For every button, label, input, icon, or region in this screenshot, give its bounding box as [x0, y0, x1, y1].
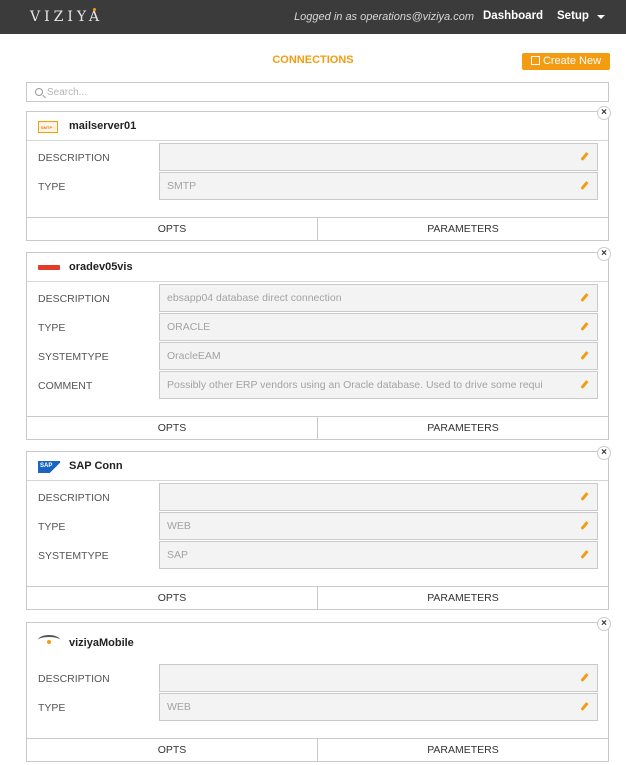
field-label: TYPE	[38, 702, 66, 714]
sap-icon	[38, 461, 60, 473]
field-value[interactable]	[159, 143, 598, 171]
field-row-systemtype: SYSTEMTYPE SAP	[27, 541, 608, 569]
field-row-description: DESCRIPTION	[27, 143, 608, 171]
connection-name[interactable]: mailserver01	[69, 120, 136, 132]
top-navbar: VIZIYA Logged in as operations@viziya.co…	[0, 0, 626, 34]
edit-icon	[530, 56, 540, 65]
field-value[interactable]	[159, 483, 598, 511]
card-footer: OPTS PARAMETERS	[27, 217, 608, 240]
field-label: DESCRIPTION	[38, 492, 110, 504]
connection-card-mailserver01: mailserver01 × DESCRIPTION TYPE SMTP OPT…	[26, 106, 611, 241]
card-header: oradev05vis	[27, 253, 608, 282]
field-value[interactable]: Possibly other ERP vendors using an Orac…	[159, 371, 598, 399]
connection-name[interactable]: oradev05vis	[69, 261, 133, 273]
oracle-icon	[38, 265, 60, 270]
close-icon[interactable]: ×	[597, 247, 611, 261]
field-row-type: TYPE ORACLE	[27, 313, 608, 341]
connection-name[interactable]: viziyaMobile	[69, 637, 134, 649]
field-value[interactable]: SMTP	[159, 172, 598, 200]
pencil-icon[interactable]	[575, 313, 598, 341]
create-new-button[interactable]: Create New	[522, 53, 610, 70]
field-label: DESCRIPTION	[38, 293, 110, 305]
pencil-icon[interactable]	[575, 693, 598, 721]
field-row-type: TYPE WEB	[27, 693, 608, 721]
pencil-icon[interactable]	[575, 664, 598, 692]
field-value[interactable]: WEB	[159, 693, 598, 721]
close-icon[interactable]: ×	[597, 446, 611, 460]
chevron-down-icon[interactable]	[597, 15, 605, 19]
card-footer: OPTS PARAMETERS	[27, 738, 608, 761]
field-row-type: TYPE SMTP	[27, 172, 608, 200]
dashboard-link[interactable]: Dashboard	[483, 10, 543, 22]
close-icon[interactable]: ×	[597, 106, 611, 120]
field-row-comment: COMMENT Possibly other ERP vendors using…	[27, 371, 608, 399]
field-value[interactable]: SAP	[159, 541, 598, 569]
pencil-icon[interactable]	[575, 342, 598, 370]
parameters-button[interactable]: PARAMETERS	[318, 218, 608, 240]
field-value[interactable]: OracleEAM	[159, 342, 598, 370]
pencil-icon[interactable]	[575, 371, 598, 399]
pencil-icon[interactable]	[575, 143, 598, 171]
field-row-type: TYPE WEB	[27, 512, 608, 540]
connection-card-sap-conn: SAP Conn × DESCRIPTION TYPE WEB SYSTEMTY…	[26, 446, 611, 610]
logged-in-text: Logged in as operations@viziya.com	[294, 11, 474, 23]
field-row-description: DESCRIPTION ebsapp04 database direct con…	[27, 284, 608, 312]
setup-menu[interactable]: Setup	[557, 10, 589, 22]
viziya-icon	[38, 635, 60, 645]
field-row-systemtype: SYSTEMTYPE OracleEAM	[27, 342, 608, 370]
opts-button[interactable]: OPTS	[27, 417, 318, 439]
field-label: SYSTEMTYPE	[38, 550, 109, 562]
field-row-description: DESCRIPTION	[27, 664, 608, 692]
viziya-logo[interactable]: VIZIYA	[30, 9, 103, 25]
create-new-label: Create New	[542, 55, 602, 67]
field-value[interactable]: WEB	[159, 512, 598, 540]
card-header: viziyaMobile	[27, 623, 608, 661]
smtp-icon	[38, 121, 58, 133]
card-footer: OPTS PARAMETERS	[27, 416, 608, 439]
search-box[interactable]	[26, 82, 609, 102]
search-icon	[35, 88, 43, 96]
connection-card-viziyamobile: viziyaMobile × DESCRIPTION TYPE WEB OPTS…	[26, 617, 611, 762]
field-value[interactable]: ebsapp04 database direct connection	[159, 284, 598, 312]
opts-button[interactable]: OPTS	[27, 739, 318, 761]
pencil-icon[interactable]	[575, 172, 598, 200]
connection-name[interactable]: SAP Conn	[69, 460, 123, 472]
pencil-icon[interactable]	[575, 541, 598, 569]
search-input[interactable]	[47, 84, 597, 100]
logo-accent-dot	[93, 8, 96, 11]
parameters-button[interactable]: PARAMETERS	[318, 417, 608, 439]
pencil-icon[interactable]	[575, 483, 598, 511]
opts-button[interactable]: OPTS	[27, 587, 318, 609]
field-label: TYPE	[38, 322, 66, 334]
field-label: DESCRIPTION	[38, 673, 110, 685]
card-header: mailserver01	[27, 112, 608, 141]
opts-button[interactable]: OPTS	[27, 218, 318, 240]
field-label: COMMENT	[38, 380, 93, 392]
field-label: DESCRIPTION	[38, 152, 110, 164]
pencil-icon[interactable]	[575, 284, 598, 312]
pencil-icon[interactable]	[575, 512, 598, 540]
field-label: TYPE	[38, 521, 66, 533]
connection-card-oradev05vis: oradev05vis × DESCRIPTION ebsapp04 datab…	[26, 247, 611, 440]
card-header: SAP Conn	[27, 452, 608, 481]
card-footer: OPTS PARAMETERS	[27, 586, 608, 609]
field-value[interactable]: ORACLE	[159, 313, 598, 341]
field-label: TYPE	[38, 181, 66, 193]
close-icon[interactable]: ×	[597, 617, 611, 631]
field-label: SYSTEMTYPE	[38, 351, 109, 363]
field-row-description: DESCRIPTION	[27, 483, 608, 511]
parameters-button[interactable]: PARAMETERS	[318, 739, 608, 761]
parameters-button[interactable]: PARAMETERS	[318, 587, 608, 609]
field-value[interactable]	[159, 664, 598, 692]
